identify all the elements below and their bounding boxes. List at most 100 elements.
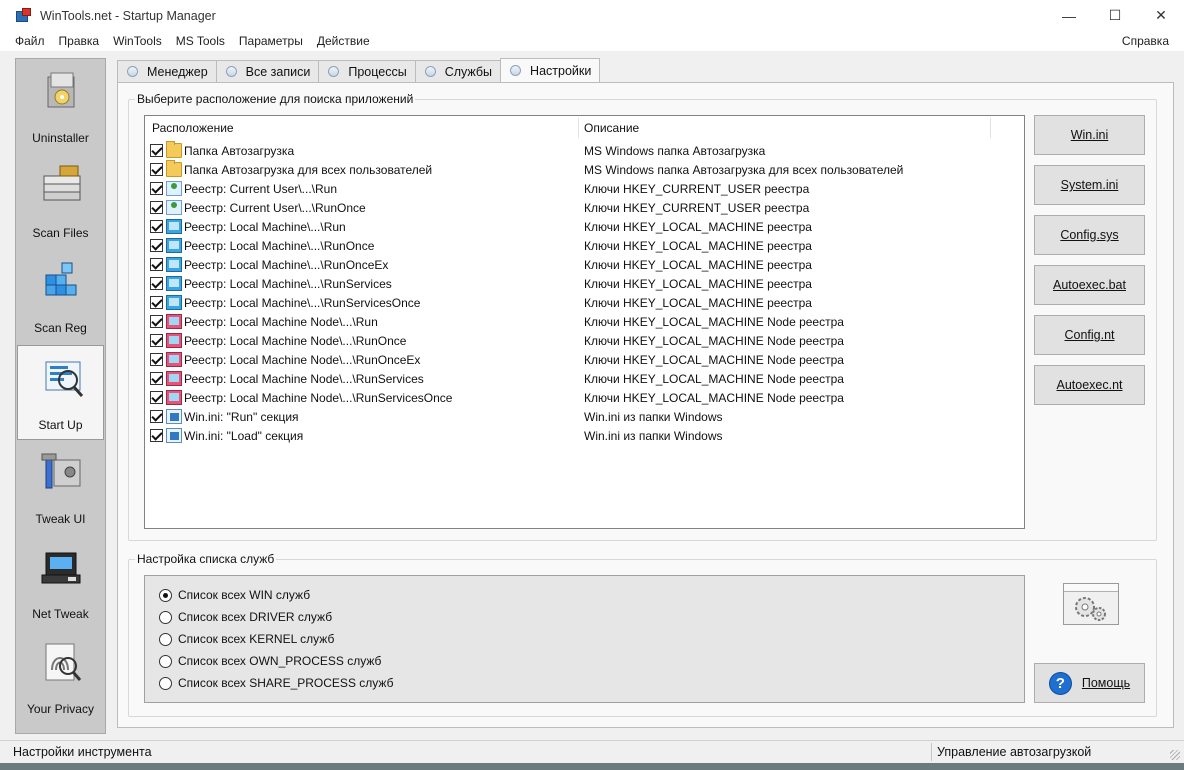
checkbox[interactable] [150,201,163,214]
winini-button[interactable]: Win.ini [1034,115,1145,155]
checkbox[interactable] [150,353,163,366]
tab-settings[interactable]: Настройки [500,58,601,82]
confignt-button[interactable]: Config.nt [1034,315,1145,355]
row-location: Реестр: Local Machine\...\Run [184,220,346,234]
status-bar: Настройки инструмента Управление автозаг… [0,740,1184,763]
node-registry-icon [166,371,182,386]
list-item[interactable]: Реестр: Local Machine\...\RunServicesOnc… [145,293,1024,312]
checkbox[interactable] [150,391,163,404]
radio-label: Список всех DRIVER служб [178,610,333,624]
net-tweak-icon [41,552,81,584]
autoexecnt-button[interactable]: Autoexec.nt [1034,365,1145,405]
checkbox[interactable] [150,410,163,423]
list-item[interactable]: Реестр: Current User\...\RunOnce Ключи H… [145,198,1024,217]
list-item[interactable]: Реестр: Local Machine Node\...\RunServic… [145,388,1024,407]
radio-win-services[interactable]: Список всех WIN служб [159,586,310,604]
column-header-location[interactable]: Расположение [152,121,234,135]
resize-grip-icon[interactable] [1170,750,1180,760]
checkbox[interactable] [150,277,163,290]
sidebar-item-privacy[interactable]: Your Privacy [16,630,105,725]
tab-manager[interactable]: Менеджер [117,60,217,82]
sidebar-item-net-tweak[interactable]: Net Tweak [16,535,105,630]
sidebar-item-scan-files[interactable]: Scan Files [16,154,105,249]
row-location: Реестр: Local Machine\...\RunOnceEx [184,258,389,272]
configsys-button[interactable]: Config.sys [1034,215,1145,255]
sidebar-item-uninstaller[interactable]: Uninstaller [16,59,105,154]
row-location: Реестр: Local Machine Node\...\RunServic… [184,372,424,386]
list-item[interactable]: Реестр: Local Machine\...\RunOnce Ключи … [145,236,1024,255]
radio-share-process-services[interactable]: Список всех SHARE_PROCESS служб [159,674,393,692]
list-item[interactable]: Папка Автозагрузка для всех пользователе… [145,160,1024,179]
checkbox[interactable] [150,334,163,347]
machine-registry-icon [166,257,182,272]
row-location: Реестр: Local Machine Node\...\RunOnce [184,334,407,348]
menu-settings[interactable]: Параметры [232,34,310,48]
list-item[interactable]: Реестр: Local Machine\...\Run Ключи HKEY… [145,217,1024,236]
window-title: WinTools.net - Startup Manager [40,8,216,23]
menu-wintools[interactable]: WinTools [106,34,169,48]
tab-services[interactable]: Службы [414,60,502,82]
list-item[interactable]: Реестр: Local Machine\...\RunServices Кл… [145,274,1024,293]
list-item[interactable]: Реестр: Local Machine Node\...\RunOnce К… [145,331,1024,350]
service-settings-button[interactable] [1063,583,1119,625]
radio-button[interactable] [159,676,172,690]
locations-list[interactable]: Расположение Описание Папка Автозагрузка… [144,115,1025,529]
checkbox[interactable] [150,239,163,252]
sidebar-item-scan-reg[interactable]: Scan Reg [16,249,105,344]
checkbox[interactable] [150,144,163,157]
sidebar-label: Uninstaller [32,131,89,145]
sidebar-item-tweak-ui[interactable]: Tweak UI [16,440,105,535]
row-description: Win.ini из папки Windows [584,410,723,424]
checkbox[interactable] [150,429,163,442]
autoexecbat-button[interactable]: Autoexec.bat [1034,265,1145,305]
list-item[interactable]: Реестр: Current User\...\Run Ключи HKEY_… [145,179,1024,198]
sidebar-label: Scan Files [32,226,89,240]
list-item[interactable]: Папка Автозагрузка MS Windows папка Авто… [145,141,1024,160]
menu-help[interactable]: Справка [1122,34,1169,48]
checkbox[interactable] [150,182,163,195]
list-item[interactable]: Реестр: Local Machine Node\...\RunServic… [145,369,1024,388]
radio-button[interactable] [159,610,172,624]
node-registry-icon [166,390,182,405]
maximize-button[interactable]: ☐ [1092,0,1138,31]
row-location: Win.ini: "Load" секция [184,429,304,443]
list-item[interactable]: Реестр: Local Machine Node\...\RunOnceEx… [145,350,1024,369]
close-button[interactable]: ✕ [1138,0,1184,31]
systemini-button[interactable]: System.ini [1034,165,1145,205]
machine-registry-icon [166,295,182,310]
row-description: Ключи HKEY_LOCAL_MACHINE реестра [584,220,812,234]
tab-processes[interactable]: Процессы [318,60,416,82]
checkbox[interactable] [150,258,163,271]
radio-button[interactable] [159,588,172,602]
menu-edit[interactable]: Правка [52,34,107,48]
radio-kernel-services[interactable]: Список всех KERNEL служб [159,630,334,648]
list-item[interactable]: Реестр: Local Machine Node\...\Run Ключи… [145,312,1024,331]
radio-button[interactable] [159,654,172,668]
node-registry-icon [166,352,182,367]
minimize-button[interactable]: — [1046,0,1092,31]
help-button[interactable]: ? Помощь [1034,663,1145,703]
menu-file[interactable]: Файл [8,34,52,48]
radio-driver-services[interactable]: Список всех DRIVER служб [159,608,332,626]
list-item[interactable]: Реестр: Local Machine\...\RunOnceEx Ключ… [145,255,1024,274]
row-location: Реестр: Local Machine Node\...\RunServic… [184,391,453,405]
checkbox[interactable] [150,220,163,233]
radio-button[interactable] [159,632,172,646]
services-group-title: Настройка списка служб [135,552,277,566]
tab-all-entries[interactable]: Все записи [215,60,320,82]
column-divider[interactable] [578,118,579,138]
sidebar-item-startup[interactable]: Start Up [17,345,104,440]
menu-mstools[interactable]: MS Tools [169,34,232,48]
sidebar-label: Tweak UI [35,512,86,526]
checkbox[interactable] [150,296,163,309]
radio-own-process-services[interactable]: Список всех OWN_PROCESS служб [159,652,381,670]
checkbox[interactable] [150,372,163,385]
checkbox[interactable] [150,315,163,328]
list-item[interactable]: Win.ini: "Run" секция Win.ini из папки W… [145,407,1024,426]
column-divider[interactable] [990,118,991,138]
menu-action[interactable]: Действие [310,34,377,48]
column-header-description[interactable]: Описание [584,121,639,135]
list-item[interactable]: Win.ini: "Load" секция Win.ini из папки … [145,426,1024,445]
row-description: Ключи HKEY_LOCAL_MACHINE Node реестра [584,315,844,329]
checkbox[interactable] [150,163,163,176]
